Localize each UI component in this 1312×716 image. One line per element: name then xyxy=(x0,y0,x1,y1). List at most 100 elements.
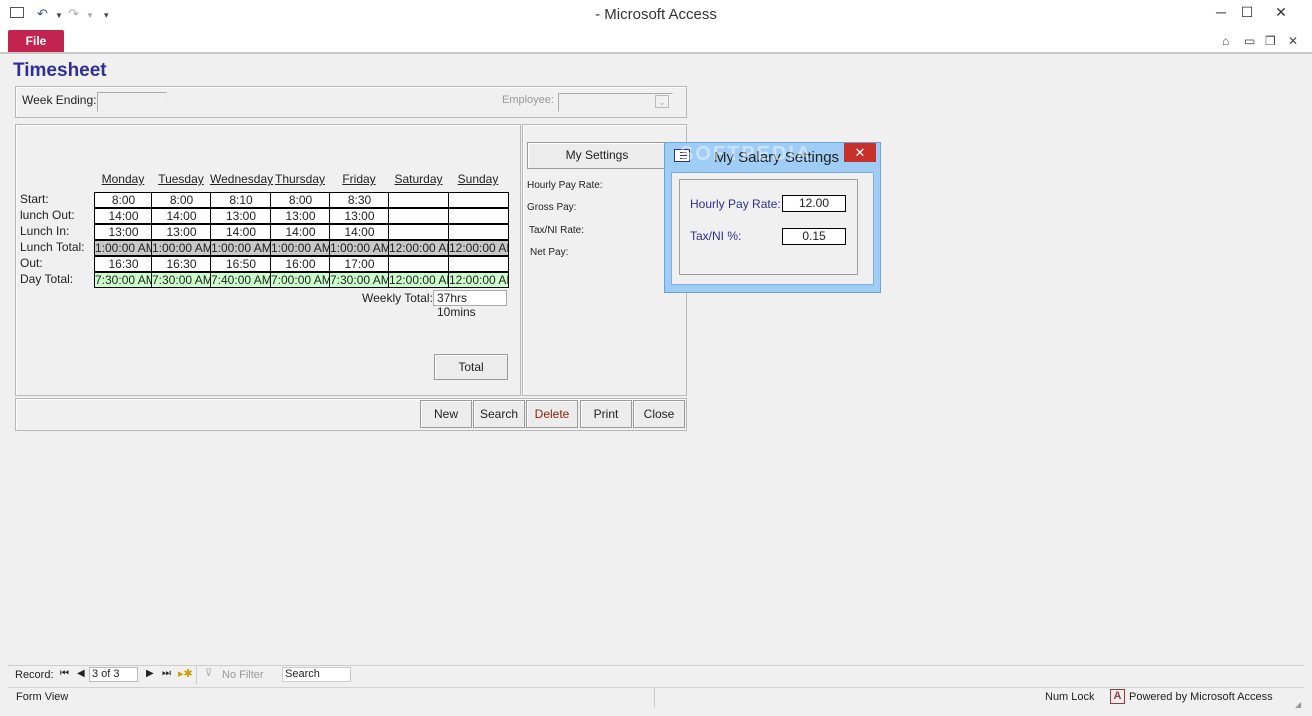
grid-cell[interactable]: 16:00 xyxy=(270,256,331,272)
tax-ni-input[interactable]: 0.15 xyxy=(782,228,846,245)
close-button[interactable]: Close xyxy=(633,400,685,428)
filter-icon: ⊽ xyxy=(205,668,213,679)
previous-record-icon[interactable]: ◀ xyxy=(77,668,85,679)
nav-divider xyxy=(196,666,197,684)
dialog-close-button[interactable]: ✕ xyxy=(844,143,876,162)
grid-cell[interactable]: 1:00:00 AM xyxy=(94,240,153,256)
grid-cell[interactable]: 13:00 xyxy=(210,208,272,224)
access-logo-icon: A xyxy=(1110,689,1125,704)
new-button[interactable]: New xyxy=(420,400,472,428)
row-label: lunch Out: xyxy=(20,208,75,222)
hourly-pay-rate-label: Hourly Pay Rate: xyxy=(527,180,603,191)
grid-cell[interactable]: 16:50 xyxy=(210,256,272,272)
grid-cell[interactable]: 14:00 xyxy=(329,224,390,240)
next-record-icon[interactable]: ▶ xyxy=(146,668,154,679)
grid-cell[interactable] xyxy=(388,208,450,224)
grid-cell[interactable]: 7:30:00 AM xyxy=(94,272,153,288)
grid-cell[interactable]: 1:00:00 AM xyxy=(151,240,212,256)
grid-cell[interactable]: 8:00 xyxy=(151,192,212,208)
grid-cell[interactable]: 14:00 xyxy=(94,208,153,224)
grid-cell[interactable]: 13:00 xyxy=(270,208,331,224)
grid-cell[interactable] xyxy=(388,224,450,240)
grid-cell[interactable]: 8:10 xyxy=(210,192,272,208)
day-header-thursday: Thursday xyxy=(274,172,326,186)
week-ending-field[interactable] xyxy=(97,92,167,112)
day-header-saturday: Saturday xyxy=(394,172,443,186)
nav-search-input[interactable]: Search xyxy=(282,667,351,682)
grid-cell[interactable]: 12:00:00 AM xyxy=(448,240,509,256)
record-label: Record: xyxy=(15,669,54,681)
dialog-group-box xyxy=(679,179,858,275)
grid-cell[interactable]: 12:00:00 AM xyxy=(388,272,450,288)
gross-pay-label: Gross Pay: xyxy=(527,202,577,213)
grid-cell[interactable]: 14:00 xyxy=(270,224,331,240)
form-title: Timesheet xyxy=(13,60,107,81)
print-button[interactable]: Print xyxy=(580,400,632,428)
num-lock-status: Num Lock xyxy=(1045,691,1095,703)
row-label: Out: xyxy=(20,256,43,270)
close-window-button[interactable]: ✕ xyxy=(1258,2,1304,22)
total-button[interactable]: Total xyxy=(434,354,508,380)
ribbon-bar xyxy=(0,28,1312,54)
dialog-tax-ni-label: Tax/NI %: xyxy=(690,229,742,243)
no-filter-indicator[interactable]: No Filter xyxy=(222,669,264,681)
status-divider xyxy=(654,688,655,708)
file-tab[interactable]: File xyxy=(8,30,64,52)
row-label: Lunch In: xyxy=(20,224,70,238)
grid-cell[interactable]: 1:00:00 AM xyxy=(329,240,390,256)
grid-cell[interactable]: 8:00 xyxy=(94,192,153,208)
grid-cell[interactable]: 12:00:00 AM xyxy=(448,272,509,288)
row-label: Start: xyxy=(20,192,49,206)
grid-cell[interactable]: 16:30 xyxy=(151,256,212,272)
tax-ni-rate-label: Tax/NI Rate: xyxy=(529,225,585,236)
form-icon xyxy=(674,149,690,162)
day-header-monday: Monday xyxy=(101,172,145,186)
grid-cell[interactable]: 8:30 xyxy=(329,192,390,208)
grid-cell[interactable]: 7:30:00 AM xyxy=(151,272,212,288)
grid-cell[interactable]: 1:00:00 AM xyxy=(210,240,272,256)
record-position-field[interactable]: 3 of 3 xyxy=(89,667,138,682)
first-record-icon[interactable]: ⏮ xyxy=(60,668,69,679)
powered-by-text: Powered by Microsoft Access xyxy=(1129,691,1273,703)
resize-grip-icon[interactable]: ◢ xyxy=(1295,700,1301,709)
restore-doc-icon[interactable]: ❐ xyxy=(1265,34,1276,48)
day-header-wednesday: Wednesday xyxy=(210,172,274,186)
grid-cell[interactable] xyxy=(388,192,450,208)
grid-cell[interactable]: 1:00:00 AM xyxy=(270,240,331,256)
grid-cell[interactable]: 7:00:00 AM xyxy=(270,272,331,288)
new-record-icon[interactable]: ▸✱ xyxy=(178,667,193,680)
grid-cell[interactable] xyxy=(448,192,509,208)
my-settings-button[interactable]: My Settings xyxy=(527,142,667,169)
ribbon-home-icon[interactable]: ⌂ xyxy=(1222,34,1229,48)
grid-cell[interactable] xyxy=(448,224,509,240)
grid-cell[interactable] xyxy=(448,208,509,224)
grid-cell[interactable] xyxy=(388,256,450,272)
grid-cell[interactable]: 8:00 xyxy=(270,192,331,208)
employee-label: Employee: xyxy=(502,94,554,106)
grid-cell[interactable]: 7:30:00 AM xyxy=(329,272,390,288)
grid-cell[interactable]: 14:00 xyxy=(151,208,212,224)
week-ending-label: Week Ending: xyxy=(22,93,97,107)
grid-cell[interactable]: 13:00 xyxy=(94,224,153,240)
grid-cell[interactable]: 16:30 xyxy=(94,256,153,272)
grid-cell[interactable]: 13:00 xyxy=(329,208,390,224)
last-record-icon[interactable]: ⏭ xyxy=(162,668,171,679)
grid-cell[interactable]: 17:00 xyxy=(329,256,390,272)
grid-cell[interactable]: 13:00 xyxy=(151,224,212,240)
dialog-hourly-pay-rate-label: Hourly Pay Rate: xyxy=(690,197,781,211)
delete-button[interactable]: Delete xyxy=(526,400,578,428)
grid-cell[interactable]: 14:00 xyxy=(210,224,272,240)
minimize-doc-icon[interactable]: ▭ xyxy=(1244,34,1255,48)
grid-cell[interactable] xyxy=(448,256,509,272)
chevron-down-icon[interactable]: ⌄ xyxy=(655,95,669,108)
day-header-tuesday: Tuesday xyxy=(158,172,204,186)
weekly-total-value: 37hrs 10mins xyxy=(433,290,507,319)
record-navigation-bar xyxy=(8,665,1304,686)
search-button[interactable]: Search xyxy=(473,400,525,428)
grid-cell[interactable]: 12:00:00 AM xyxy=(388,240,450,256)
close-doc-icon[interactable]: ✕ xyxy=(1288,34,1298,48)
day-header-friday: Friday xyxy=(342,172,376,186)
day-header-sunday: Sunday xyxy=(457,172,499,186)
grid-cell[interactable]: 7:40:00 AM xyxy=(210,272,272,288)
hourly-pay-rate-input[interactable]: 12.00 xyxy=(782,195,846,212)
